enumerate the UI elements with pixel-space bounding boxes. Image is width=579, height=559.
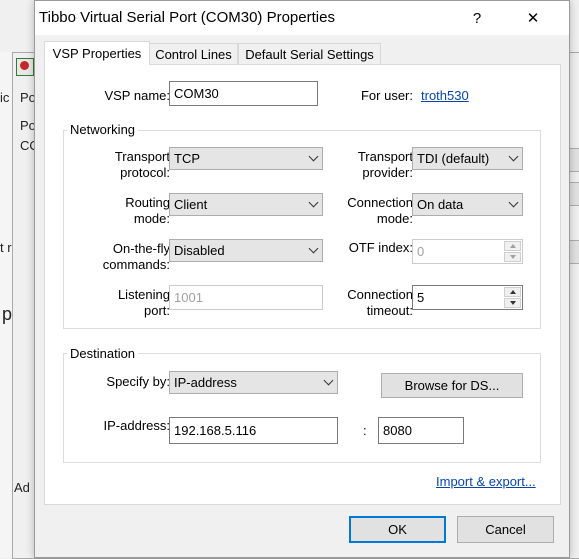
connection-mode-label-line2: mode: — [376, 211, 413, 226]
connection-timeout-value: 5 — [417, 290, 425, 305]
chevron-down-icon — [319, 375, 337, 386]
help-icon: ? — [472, 9, 482, 27]
transport-provider-label: Transport provider: — [358, 149, 413, 181]
otf-commands-label-line2: commands: — [102, 257, 170, 272]
transport-protocol-label: Transport protocol: — [115, 149, 170, 181]
ok-button[interactable]: OK — [349, 516, 446, 543]
vsp-name-label: VSP name: — [104, 88, 170, 103]
browse-for-ds-button[interactable]: Browse for DS... — [381, 373, 523, 398]
specify-by-select[interactable]: IP-address — [169, 371, 338, 394]
transport-provider-label-line1: Transport — [357, 149, 413, 164]
chevron-down-icon — [304, 197, 322, 208]
port-separator: : — [363, 423, 367, 438]
connection-mode-value: On data — [417, 197, 464, 212]
routing-mode-value: Client — [174, 197, 208, 212]
background-text: p — [2, 304, 13, 324]
listening-port-label-line1: Listening — [117, 287, 170, 302]
transport-protocol-label-line2: protocol: — [120, 165, 170, 180]
tab-vsp-properties[interactable]: VSP Properties — [44, 41, 150, 65]
connection-timeout-spinner[interactable]: 5 — [412, 285, 523, 310]
ip-address-input[interactable]: 192.168.5.116 — [169, 417, 338, 444]
background-text: t r — [0, 240, 12, 255]
routing-mode-label: Routing mode: — [125, 195, 170, 227]
port-input[interactable]: 8080 — [378, 417, 464, 444]
tab-default-serial-settings[interactable]: Default Serial Settings — [238, 43, 381, 65]
listening-port-input[interactable]: 1001 — [169, 285, 323, 310]
connection-timeout-label-line2: timeout: — [366, 303, 413, 318]
transport-protocol-value: TCP — [174, 151, 200, 166]
chevron-down-icon — [304, 243, 322, 254]
chevron-down-icon — [304, 151, 322, 162]
otf-index-value: 0 — [417, 244, 425, 259]
networking-group-title: Networking — [67, 122, 139, 137]
tab-control-lines[interactable]: Control Lines — [149, 43, 238, 65]
transport-provider-label-line2: provider: — [362, 165, 413, 180]
chevron-down-icon — [504, 197, 522, 208]
app-icon — [16, 58, 34, 76]
listening-port-label-line2: port: — [143, 303, 170, 318]
vsp-properties-page: VSP name: COM30 For user: troth530 Netwo… — [44, 64, 561, 505]
close-icon: ✕ — [526, 10, 540, 27]
import-export-link[interactable]: Import & export... — [436, 474, 536, 489]
destination-group — [63, 353, 541, 463]
for-user-label: For user: — [360, 88, 413, 103]
otf-index-label: OTF index: — [348, 240, 413, 255]
spin-down-icon[interactable] — [504, 252, 521, 262]
connection-timeout-label: Connection timeout: — [347, 287, 413, 319]
dialog-title: Tibbo Virtual Serial Port (COM30) Proper… — [39, 9, 335, 26]
properties-dialog: Tibbo Virtual Serial Port (COM30) Proper… — [34, 0, 570, 558]
background-text: ic — [0, 90, 10, 105]
routing-mode-select[interactable]: Client — [169, 193, 323, 216]
chevron-down-icon — [504, 151, 522, 162]
listening-port-label: Listening port: — [118, 287, 170, 319]
destination-group-title: Destination — [67, 346, 139, 361]
cancel-button[interactable]: Cancel — [457, 516, 554, 543]
connection-mode-label-line1: Connection — [347, 195, 413, 210]
routing-mode-label-line2: mode: — [133, 211, 170, 226]
routing-mode-label-line1: Routing — [125, 195, 170, 210]
background-button — [569, 182, 579, 206]
spin-down-icon[interactable] — [504, 298, 521, 308]
transport-protocol-label-line1: Transport — [114, 149, 170, 164]
otf-commands-label-line1: On-the-fly — [112, 241, 170, 256]
spin-up-icon[interactable] — [504, 241, 521, 251]
otf-commands-value: Disabled — [174, 243, 225, 258]
transport-provider-value: TDI (default) — [417, 151, 490, 166]
title-bar[interactable]: Tibbo Virtual Serial Port (COM30) Proper… — [35, 1, 569, 35]
background-text: Ad — [14, 480, 30, 495]
connection-mode-label: Connection mode: — [347, 195, 413, 227]
vsp-name-input[interactable]: COM30 — [169, 81, 318, 106]
background-button — [569, 148, 579, 172]
connection-mode-select[interactable]: On data — [412, 193, 523, 216]
connection-timeout-label-line1: Connection — [347, 287, 413, 302]
otf-commands-select[interactable]: Disabled — [169, 239, 323, 262]
specify-by-label: Specify by: — [106, 374, 170, 389]
otf-index-spinner[interactable]: 0 — [412, 239, 523, 264]
ip-address-label: IP-address: — [103, 418, 170, 433]
spin-up-icon[interactable] — [504, 287, 521, 297]
transport-provider-select[interactable]: TDI (default) — [412, 147, 523, 170]
for-user-link[interactable]: troth530 — [421, 88, 469, 103]
transport-protocol-select[interactable]: TCP — [169, 147, 323, 170]
otf-commands-label: On-the-fly commands: — [103, 241, 170, 273]
specify-by-value: IP-address — [174, 375, 237, 390]
close-button[interactable]: ✕ — [513, 1, 553, 35]
help-button[interactable]: ? — [457, 1, 497, 35]
background-button — [569, 240, 579, 264]
